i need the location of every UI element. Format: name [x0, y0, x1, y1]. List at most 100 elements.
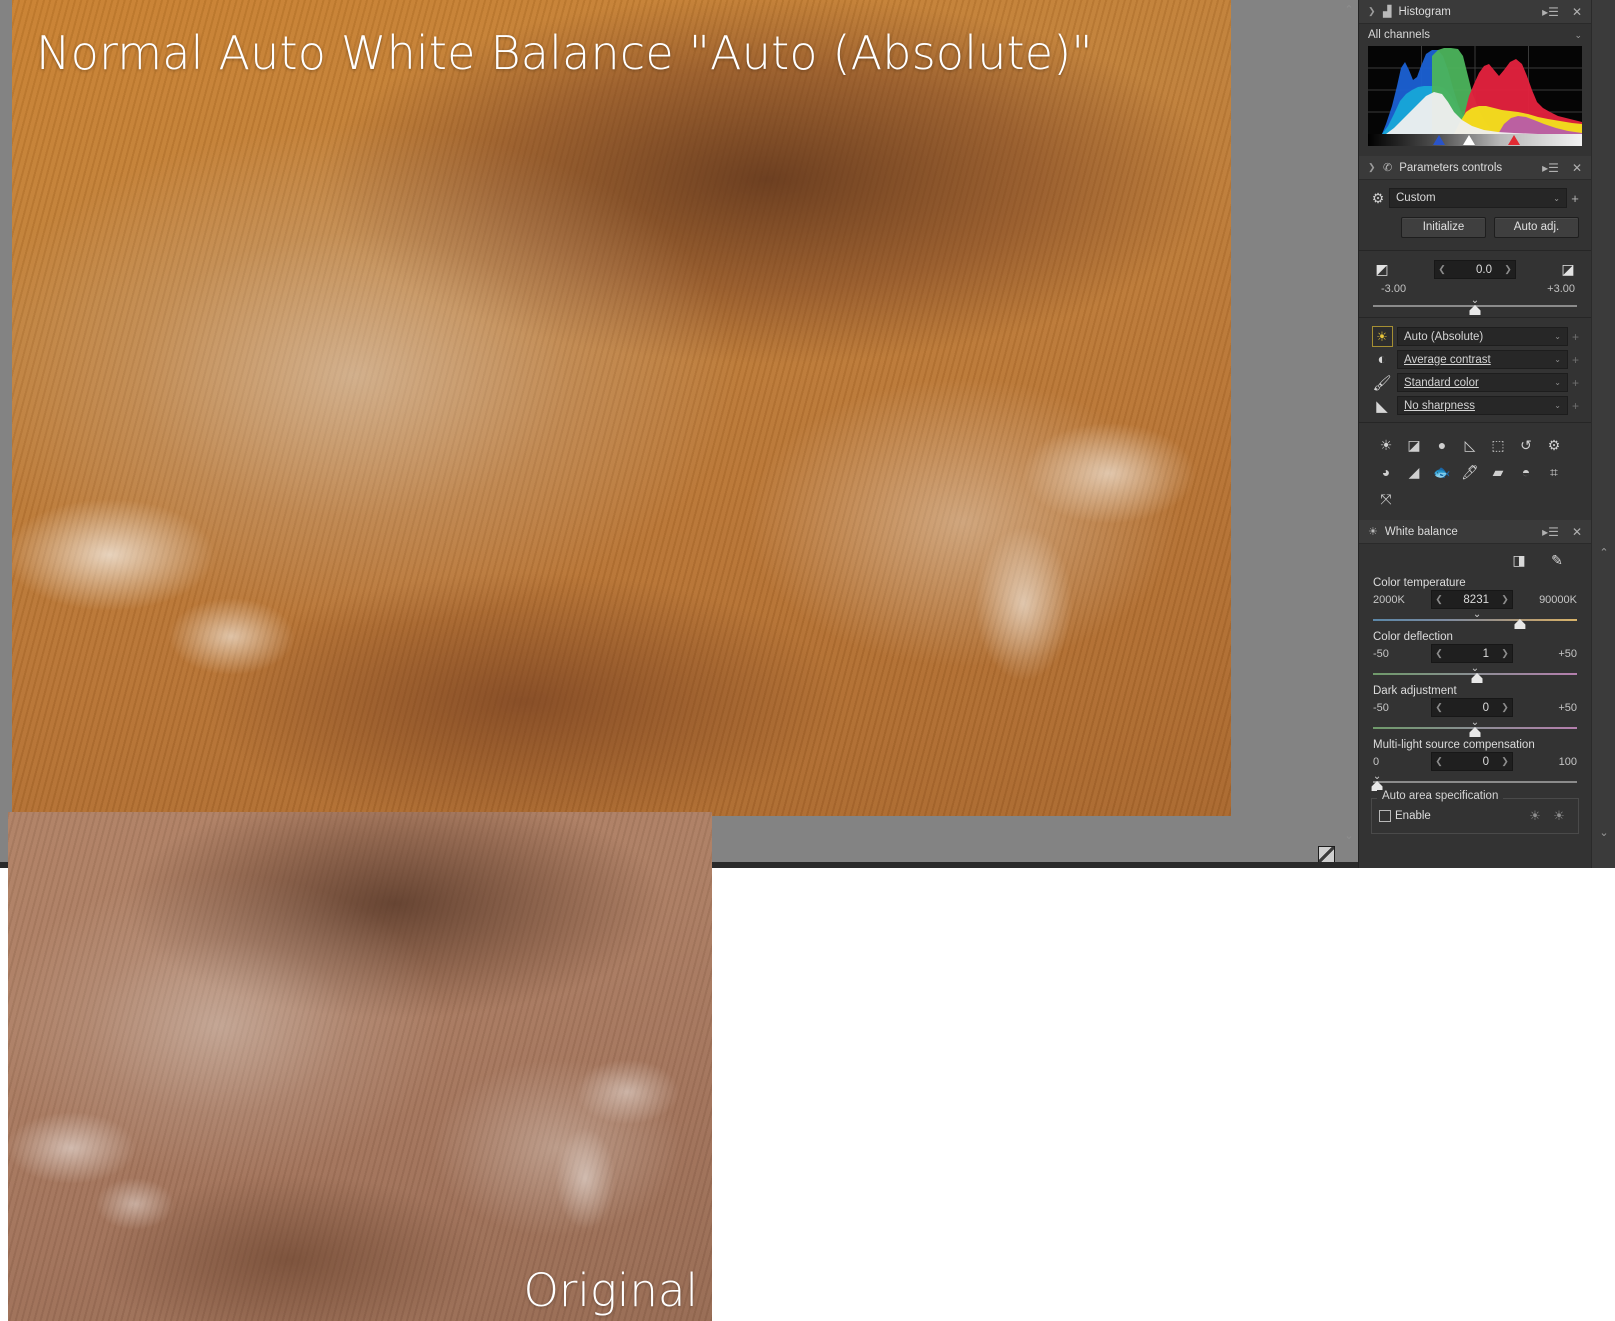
- exposure-slider[interactable]: ⌄: [1373, 296, 1577, 315]
- image-canvas[interactable]: Normal Auto White Balance "Auto (Absolut…: [0, 0, 1336, 862]
- color-temperature-row: 2000K ❮ 8231 ❯ 90000K: [1359, 590, 1591, 609]
- auto-adjust-button[interactable]: Auto adj.: [1494, 217, 1579, 238]
- color-temperature-stepper[interactable]: ❮ 8231 ❯: [1431, 590, 1513, 609]
- edited-photo[interactable]: Normal Auto White Balance "Auto (Absolut…: [12, 0, 1231, 816]
- rotate-tool-icon[interactable]: ↺: [1515, 434, 1537, 456]
- close-icon[interactable]: ✕: [1569, 161, 1585, 175]
- chevron-right-icon[interactable]: ❯: [1498, 648, 1512, 659]
- chevron-left-icon[interactable]: ❮: [1432, 702, 1446, 713]
- color-mode-value: Standard color: [1404, 376, 1479, 389]
- auto-area-set-icon[interactable]: ☀: [1523, 806, 1547, 826]
- color-mode-select[interactable]: Standard color ⌄: [1397, 373, 1568, 392]
- panel-menu-icon[interactable]: ▸☰: [1539, 525, 1562, 539]
- close-icon[interactable]: ✕: [1569, 5, 1585, 19]
- chevron-right-icon[interactable]: ❯: [1498, 756, 1512, 767]
- plus-icon[interactable]: +: [1568, 330, 1583, 344]
- chevron-down-icon[interactable]: ⌄: [1596, 826, 1612, 840]
- eraser-tool-icon[interactable]: ▰: [1487, 461, 1509, 483]
- color-deflection-slider[interactable]: ⌄: [1373, 664, 1577, 683]
- multi-light-slider-track[interactable]: [1373, 781, 1577, 783]
- midpoint-marker[interactable]: [1462, 135, 1475, 145]
- chevron-down-icon[interactable]: ⌄: [1553, 194, 1560, 203]
- add-preset-icon[interactable]: +: [1567, 191, 1583, 206]
- exposure-range-labels: -3.00 +3.00: [1359, 281, 1591, 295]
- settings-tool-icon[interactable]: ⚙: [1543, 434, 1565, 456]
- dodge-tool-icon[interactable]: ◕: [1375, 461, 1397, 483]
- chevron-left-icon[interactable]: ❮: [1432, 594, 1446, 605]
- canvas-collapse-up-icon[interactable]: ⌃: [1342, 4, 1356, 16]
- white-balance-picker-icon[interactable]: ◨: [1507, 550, 1531, 570]
- brightness-tool-icon[interactable]: ☀: [1375, 434, 1397, 456]
- chevron-left-icon[interactable]: ❮: [1435, 264, 1449, 275]
- parameters-panel-header[interactable]: ❯ ✆ Parameters controls ▸☰ ✕: [1359, 156, 1591, 180]
- divider: [1359, 422, 1591, 423]
- chevron-right-icon[interactable]: ❯: [1498, 702, 1512, 713]
- auto-area-clear-icon[interactable]: ☀: [1547, 806, 1571, 826]
- black-point-marker[interactable]: [1432, 135, 1445, 145]
- gradient-tool-icon[interactable]: ◺: [1459, 434, 1481, 456]
- plus-icon[interactable]: +: [1568, 353, 1583, 367]
- close-icon[interactable]: ✕: [1569, 525, 1585, 539]
- chevron-right-icon[interactable]: ❯: [1368, 6, 1376, 17]
- color-temperature-default-marker: ⌄: [1472, 609, 1482, 620]
- multi-light-stepper[interactable]: ❮ 0 ❯: [1431, 752, 1513, 771]
- crop-tool-icon[interactable]: ⌗: [1543, 461, 1565, 483]
- white-balance-mode-select[interactable]: Auto (Absolute) ⌄: [1397, 327, 1568, 346]
- histogram-level-strip[interactable]: [1368, 134, 1582, 146]
- chevron-down-icon[interactable]: ⌄: [1554, 355, 1561, 364]
- chevron-down-icon[interactable]: ⌄: [1554, 378, 1561, 387]
- preset-select[interactable]: Custom ⌄: [1389, 188, 1567, 208]
- white-balance-picker-alt-icon[interactable]: ✎: [1545, 550, 1569, 570]
- histogram-panel-header[interactable]: ❯ ▟ Histogram ▸☰ ✕: [1359, 0, 1591, 24]
- resize-grip-icon[interactable]: [1318, 846, 1335, 863]
- fisheye-tool-icon[interactable]: 🐟: [1431, 461, 1453, 483]
- color-temperature-slider[interactable]: ⌄: [1373, 609, 1577, 629]
- color-icon[interactable]: 🖌: [1367, 374, 1397, 392]
- contrast-mode-select[interactable]: Average contrast ⌄: [1397, 350, 1568, 369]
- canvas-collapse-down-icon[interactable]: ⌄: [1342, 830, 1356, 842]
- white-point-marker[interactable]: [1507, 135, 1520, 145]
- chevron-down-icon[interactable]: ⌄: [1554, 401, 1561, 410]
- exposure-stepper[interactable]: ❮ 0.0 ❯: [1434, 260, 1516, 279]
- exposure-icon[interactable]: ◩: [1369, 261, 1395, 278]
- auto-area-enable-checkbox[interactable]: [1379, 810, 1391, 822]
- chevron-down-icon[interactable]: ⌄: [1554, 332, 1561, 341]
- tone-curve-tool-icon[interactable]: ◪: [1403, 434, 1425, 456]
- sun-icon[interactable]: ☀: [1367, 326, 1397, 347]
- dark-adjustment-slider[interactable]: ⌄: [1373, 718, 1577, 737]
- dark-adjustment-stepper[interactable]: ❮ 0 ❯: [1431, 698, 1513, 717]
- chevron-left-icon[interactable]: ❮: [1432, 756, 1446, 767]
- panel-menu-icon[interactable]: ▸☰: [1539, 5, 1562, 19]
- sharpness-mode-select[interactable]: No sharpness ⌄: [1397, 396, 1568, 415]
- chevron-down-icon[interactable]: ⌄: [1574, 30, 1582, 41]
- shadow-tool-icon[interactable]: ●: [1431, 434, 1453, 456]
- chevron-right-icon[interactable]: ❯: [1498, 594, 1512, 605]
- blur-tool-icon[interactable]: ◓: [1515, 461, 1537, 483]
- chevron-right-icon[interactable]: ❯: [1368, 162, 1376, 173]
- histogram-panel-title: Histogram: [1398, 5, 1451, 18]
- tool-palette: ☀ ◪ ● ◺ ⬚ ↺ ⚙ ◕ ◢ 🐟 🖊 ▰ ◓ ⌗ ⤧: [1359, 426, 1591, 520]
- histogram-channel-label: All channels: [1368, 29, 1431, 41]
- plus-icon[interactable]: +: [1568, 399, 1583, 413]
- multi-light-source-compensation-label: Multi-light source compensation: [1373, 739, 1535, 751]
- color-deflection-label: Color deflection: [1373, 631, 1453, 643]
- sharpness-icon[interactable]: ◣: [1367, 397, 1397, 415]
- initialize-button[interactable]: Initialize: [1401, 217, 1486, 238]
- chevron-left-icon[interactable]: ❮: [1432, 648, 1446, 659]
- multi-light-slider[interactable]: ⌄: [1371, 772, 1577, 791]
- vignette-tool-icon[interactable]: ◢: [1403, 461, 1425, 483]
- color-deflection-stepper[interactable]: ❮ 1 ❯: [1431, 644, 1513, 663]
- crop-marquee-tool-icon[interactable]: ⬚: [1487, 434, 1509, 456]
- original-image-caption: Original: [523, 1264, 698, 1317]
- transform-tool-icon[interactable]: ⤧: [1375, 488, 1397, 510]
- exposure-region-icon[interactable]: ◪: [1555, 261, 1581, 278]
- histogram-channel-select[interactable]: All channels ⌄: [1359, 24, 1591, 46]
- chevron-right-icon[interactable]: ❯: [1501, 264, 1515, 275]
- white-balance-panel-header[interactable]: ☀ White balance ▸☰ ✕: [1359, 520, 1591, 544]
- contrast-icon[interactable]: ◐: [1367, 351, 1397, 368]
- brush-tool-icon[interactable]: 🖊: [1459, 461, 1481, 483]
- panel-menu-icon[interactable]: ▸☰: [1539, 161, 1562, 175]
- gear-icon[interactable]: ⚙: [1367, 190, 1389, 207]
- plus-icon[interactable]: +: [1568, 376, 1583, 390]
- chevron-up-icon[interactable]: ⌃: [1596, 546, 1612, 560]
